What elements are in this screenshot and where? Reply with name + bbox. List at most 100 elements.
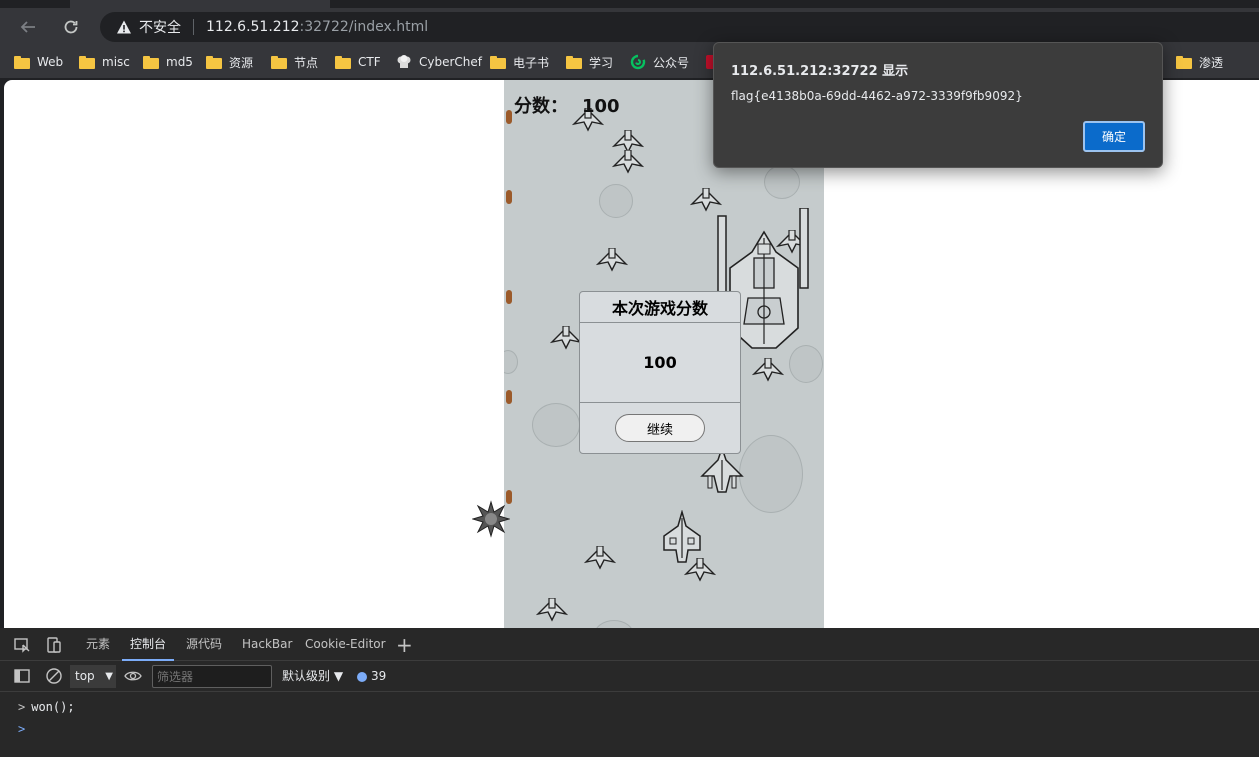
player-ship-placeholder xyxy=(658,508,659,509)
folder-icon xyxy=(206,55,222,69)
tab-elements[interactable]: 元素 xyxy=(86,628,110,661)
reload-button[interactable] xyxy=(57,13,85,41)
bookmark-md5[interactable]: md5 xyxy=(143,52,193,72)
folder-icon xyxy=(79,55,95,69)
asteroid xyxy=(532,403,580,447)
live-expression-eye-icon[interactable] xyxy=(124,667,142,685)
bookmark-pentest[interactable]: 渗透 xyxy=(1176,52,1223,72)
bullet xyxy=(506,190,512,204)
bullet xyxy=(506,290,512,304)
devtools-panel: 元素 控制台 源代码 HackBar Cookie-Editor + top 默… xyxy=(0,628,1259,757)
browser-tab[interactable] xyxy=(70,0,330,8)
asteroid xyxy=(504,350,518,374)
sidebar-toggle-icon[interactable] xyxy=(13,667,31,685)
warning-triangle-icon[interactable] xyxy=(116,19,132,35)
folder-icon xyxy=(14,55,30,69)
tab-hackbar[interactable]: HackBar xyxy=(242,628,292,661)
console-filter-input[interactable] xyxy=(152,665,272,688)
bookmark-label: CTF xyxy=(358,55,381,69)
context-selector[interactable]: top xyxy=(70,665,116,688)
device-toolbar-icon[interactable] xyxy=(45,636,63,654)
omnibox-divider xyxy=(193,19,194,35)
folder-icon xyxy=(566,55,582,69)
enemy-plane xyxy=(596,248,628,272)
reload-icon xyxy=(64,20,78,34)
bookmark-label: 渗透 xyxy=(1199,55,1224,70)
dialog-title: 本次游戏分数 xyxy=(580,292,740,323)
chef-hat-icon xyxy=(397,55,411,68)
bookmark-ctf[interactable]: CTF xyxy=(335,52,381,72)
message-bubble-icon xyxy=(357,671,367,682)
alert-message: flag{e4138b0a-69dd-4462-a972-3339f9fb909… xyxy=(731,89,1023,103)
url-host: 112.6.51.212 xyxy=(206,19,300,35)
alert-title: 112.6.51.212:32722 显示 xyxy=(731,64,909,79)
browser-toolbar: 不安全 112.6.51.212:32722/index.html xyxy=(0,8,1259,46)
score-value: 100 xyxy=(582,96,620,117)
add-tab-icon[interactable]: + xyxy=(396,633,413,657)
enemy-plane xyxy=(536,598,568,622)
console-command: won(); xyxy=(31,700,75,714)
bookmark-label: 资源 xyxy=(229,55,254,70)
asteroid xyxy=(599,184,633,218)
dialog-score-value: 100 xyxy=(580,323,740,403)
security-status-label[interactable]: 不安全 xyxy=(139,17,181,37)
continue-button[interactable]: 继续 xyxy=(615,414,705,442)
folder-icon xyxy=(335,55,351,69)
bookmark-ebooks[interactable]: 电子书 xyxy=(490,52,549,72)
bookmark-label: 电子书 xyxy=(513,55,550,70)
bookmark-label: CyberChef xyxy=(419,55,483,69)
bookmark-resources[interactable]: 资源 xyxy=(206,52,253,72)
score-label: 分数： xyxy=(514,96,568,117)
enemy-plane xyxy=(752,358,784,382)
ok-button[interactable]: 确定 xyxy=(1083,121,1145,152)
devtools-tab-bar: 元素 控制台 源代码 HackBar Cookie-Editor + xyxy=(0,628,1259,661)
arrow-left-icon xyxy=(20,21,35,33)
bookmark-misc[interactable]: misc xyxy=(79,52,130,72)
folder-icon xyxy=(271,55,287,69)
chevron-right-icon: > xyxy=(18,722,26,736)
tab-cookie-editor[interactable]: Cookie-Editor xyxy=(305,628,386,661)
bullet xyxy=(506,110,512,124)
tab-strip xyxy=(0,0,1259,8)
enemy-plane xyxy=(612,150,644,174)
back-button[interactable] xyxy=(14,13,42,41)
asteroid xyxy=(594,620,634,628)
url-path: :32722/index.html xyxy=(299,19,429,35)
bookmark-label: md5 xyxy=(166,55,193,69)
folder-icon xyxy=(1176,55,1192,69)
log-level-dropdown[interactable]: 默认级别 ▼ xyxy=(282,661,343,692)
bookmark-nodes[interactable]: 节点 xyxy=(271,52,318,72)
asteroid xyxy=(764,165,800,199)
bookmark-official-accounts[interactable]: 公众号 xyxy=(630,52,689,72)
console-prompt[interactable]: > xyxy=(18,722,31,736)
bookmark-label: 公众号 xyxy=(653,55,690,70)
alert-dialog: 112.6.51.212:32722 显示 flag{e4138b0a-69dd… xyxy=(713,42,1163,168)
browser-tab[interactable] xyxy=(335,0,570,8)
clear-console-icon[interactable] xyxy=(45,667,63,685)
bookmark-cyberchef[interactable]: CyberChef xyxy=(396,52,482,72)
chevron-right-icon: > xyxy=(18,700,26,714)
console-toolbar: top 默认级别 ▼ 39 xyxy=(0,661,1259,692)
address-bar[interactable]: 不安全 112.6.51.212:32722/index.html xyxy=(100,12,1259,42)
tab-console[interactable]: 控制台 xyxy=(122,628,175,661)
inspect-element-icon[interactable] xyxy=(13,636,31,654)
bookmark-label: Web xyxy=(37,55,64,69)
score-display: 分数： 100 xyxy=(514,92,620,118)
log-level-label: 默认级别 xyxy=(282,669,331,683)
message-count-value: 39 xyxy=(371,669,387,683)
explosion-icon xyxy=(472,500,510,538)
folder-icon xyxy=(143,55,159,69)
bullet xyxy=(506,390,512,404)
bookmark-label: 节点 xyxy=(294,55,319,70)
dialog-footer: 继续 xyxy=(580,403,740,453)
console-history-entry: > won(); xyxy=(18,700,75,714)
enemy-plane xyxy=(584,546,616,570)
tab-sources[interactable]: 源代码 xyxy=(186,628,222,661)
bookmark-study[interactable]: 学习 xyxy=(566,52,613,72)
enemy-plane xyxy=(550,326,582,350)
bookmark-web[interactable]: Web xyxy=(14,52,63,72)
message-count[interactable]: 39 xyxy=(357,661,386,692)
medium-enemy-plane xyxy=(663,510,701,563)
bookmark-label: misc xyxy=(102,55,130,69)
bookmark-label: 学习 xyxy=(589,55,614,70)
